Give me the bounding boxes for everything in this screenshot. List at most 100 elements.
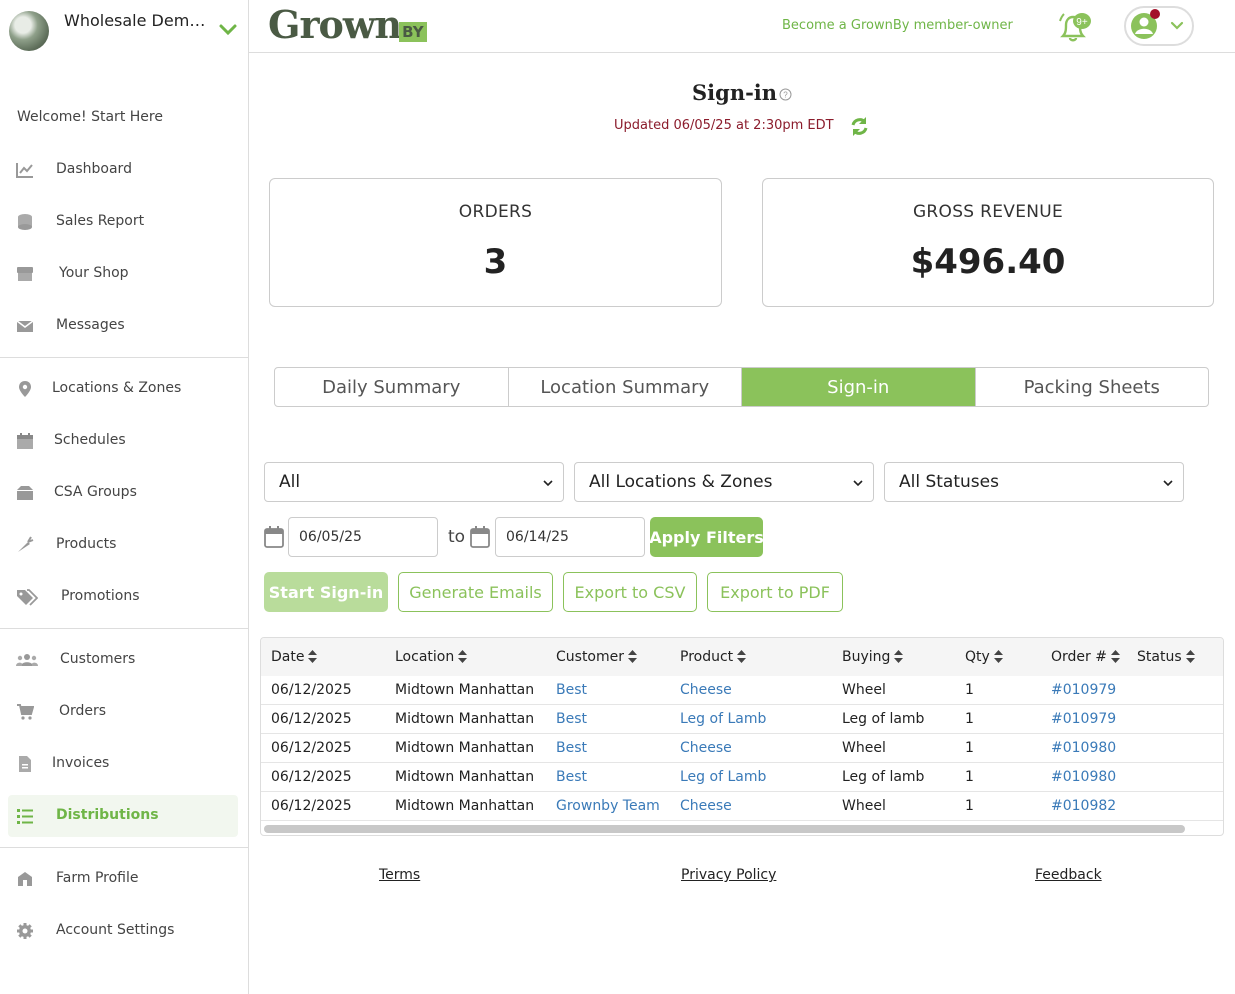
cart-icon [17,704,34,720]
sidebar-item-promotions[interactable]: Promotions [8,576,238,618]
sidebar-item-messages[interactable]: Messages [8,305,238,347]
sidebar-item-your-shop[interactable]: Your Shop [8,253,238,295]
welcome-link[interactable]: Welcome! Start Here [17,109,163,125]
column-label: Product [680,649,734,665]
sidebar-item-distributions[interactable]: Distributions [8,795,238,837]
tab-daily-summary[interactable]: Daily Summary [275,368,509,406]
end-date-input[interactable]: 06/14/25 [495,517,645,557]
order-number-link[interactable]: #010979 [1051,682,1116,698]
column-header-product[interactable]: Product [680,649,747,665]
table-row: 06/12/2025 Midtown Manhattan Best Leg of… [261,763,1223,792]
sidebar-item-sales-report[interactable]: Sales Report [8,201,238,243]
cell-date: 06/12/2025 [271,711,352,727]
notifications-button[interactable]: 9+ [1057,10,1093,44]
order-number-link[interactable]: #010982 [1051,798,1116,814]
status-select[interactable]: All Statuses [884,462,1184,502]
order-number-link[interactable]: #010980 [1051,740,1116,756]
customer-link[interactable]: Grownby Team [556,798,660,814]
sidebar-item-label: Farm Profile [56,870,139,886]
sidebar-item-invoices[interactable]: Invoices [8,743,238,785]
customer-link[interactable]: Best [556,711,587,727]
sidebar-item-farm-profile[interactable]: Farm Profile [8,858,238,900]
start-date-input[interactable]: 06/05/25 [288,517,438,557]
sidebar-item-orders[interactable]: Orders [8,691,238,733]
product-link[interactable]: Leg of Lamb [680,769,766,785]
start-sign-in-button[interactable]: Start Sign-in [264,572,388,612]
sort-icon [894,650,904,663]
export-csv-button[interactable]: Export to CSV [563,572,697,612]
sidebar-item-customers[interactable]: Customers [8,639,238,681]
sidebar-item-label: Customers [60,651,136,667]
sidebar-item-label: Distributions [56,807,159,823]
tab-sign-in[interactable]: Sign-in [742,368,976,406]
top-bar: Grown BY Become a GrownBy member-owner 9… [249,0,1235,53]
chevron-down-icon [853,480,863,487]
farm-name: Wholesale Demonstration ... [64,11,214,30]
table-header: Date Location Customer Product Buying Qt… [261,638,1223,676]
sidebar-item-locations-zones[interactable]: Locations & Zones [8,368,238,410]
tab-packing-sheets[interactable]: Packing Sheets [976,368,1209,406]
column-header-order-number[interactable]: Order # [1051,649,1120,665]
logo-badge: BY [399,22,427,42]
refresh-icon[interactable] [849,116,870,137]
product-link[interactable]: Leg of Lamb [680,711,766,727]
member-owner-link[interactable]: Become a GrownBy member-owner [782,18,1013,33]
box-icon [17,486,33,500]
column-header-qty[interactable]: Qty [965,649,1003,665]
column-header-customer[interactable]: Customer [556,649,638,665]
product-link[interactable]: Cheese [680,798,732,814]
cell-location: Midtown Manhattan [395,798,535,814]
product-link[interactable]: Cheese [680,682,732,698]
export-pdf-button[interactable]: Export to PDF [707,572,843,612]
type-select[interactable]: All [264,462,564,502]
sidebar-divider [0,628,248,629]
sign-in-table: Date Location Customer Product Buying Qt… [260,637,1224,836]
column-header-date[interactable]: Date [271,649,318,665]
orders-card: ORDERS 3 [269,178,722,307]
map-pin-icon [19,381,31,397]
generate-emails-button[interactable]: Generate Emails [398,572,553,612]
sidebar-item-label: Invoices [52,755,110,771]
customer-link[interactable]: Best [556,769,587,785]
invoice-icon [19,756,31,772]
location-select[interactable]: All Locations & Zones [574,462,874,502]
calendar-icon[interactable] [470,526,490,548]
sidebar-item-schedules[interactable]: Schedules [8,420,238,462]
privacy-policy-link[interactable]: Privacy Policy [681,867,776,883]
account-menu-button[interactable] [1124,6,1194,46]
column-label: Buying [842,649,891,665]
date-range-separator: to [448,527,466,547]
horizontal-scrollbar[interactable] [264,825,1185,833]
grownby-logo[interactable]: Grown BY [268,3,427,47]
customer-link[interactable]: Best [556,740,587,756]
table-row: 06/12/2025 Midtown Manhattan Best Cheese… [261,734,1223,763]
apply-filters-button[interactable]: Apply Filters [649,517,764,557]
sidebar-item-dashboard[interactable]: Dashboard [8,149,238,191]
column-header-location[interactable]: Location [395,649,468,665]
orders-label: ORDERS [458,202,533,222]
order-number-link[interactable]: #010979 [1051,711,1116,727]
feedback-link[interactable]: Feedback [1035,867,1102,883]
column-header-buying[interactable]: Buying [842,649,904,665]
farm-switcher[interactable]: Wholesale Demonstration ... [0,0,248,62]
sidebar-item-label: Sales Report [56,213,145,229]
sidebar-item-products[interactable]: Products [8,524,238,566]
list-icon [17,809,33,824]
customer-link[interactable]: Best [556,682,587,698]
terms-link[interactable]: Terms [379,867,420,883]
table-row: 06/12/2025 Midtown Manhattan Best Cheese… [261,676,1223,705]
chevron-down-icon[interactable] [218,20,238,40]
column-label: Status [1137,649,1182,665]
tab-location-summary[interactable]: Location Summary [509,368,742,406]
column-label: Order # [1051,649,1107,665]
product-link[interactable]: Cheese [680,740,732,756]
order-number-link[interactable]: #010980 [1051,769,1116,785]
sidebar-item-account-settings[interactable]: Account Settings [8,910,238,952]
calendar-icon[interactable] [264,526,284,548]
sidebar-item-csa-groups[interactable]: CSA Groups [8,472,238,514]
column-label: Date [271,649,305,665]
gear-icon [17,923,33,939]
column-header-status[interactable]: Status [1137,649,1195,665]
sort-icon [1110,650,1120,663]
help-icon[interactable]: ? [779,88,792,101]
